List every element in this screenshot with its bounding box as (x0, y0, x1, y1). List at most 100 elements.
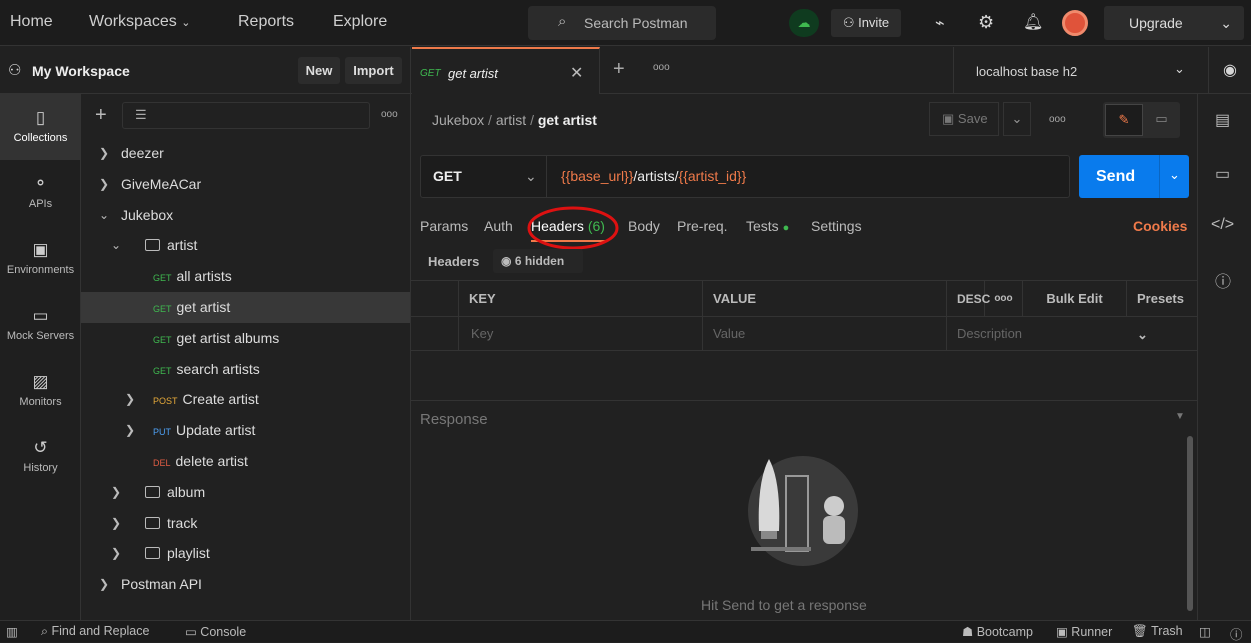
chevron-right-icon[interactable]: ❯ (99, 138, 109, 169)
help-icon[interactable]: ⓘ (1230, 624, 1243, 643)
scrollbar[interactable] (1187, 436, 1193, 611)
url-variable-base-url: {{base_url}} (561, 168, 634, 184)
sidebar-item-apis[interactable]: ⚬ APIs (0, 160, 81, 226)
save-options-chevron-icon[interactable]: ⌄ (1003, 102, 1031, 136)
value-input[interactable]: Value (703, 317, 947, 351)
url-input[interactable]: {{base_url}}/artists/{{artist_id}} (561, 168, 746, 184)
right-sidebar: ▤ ▭ </> ⓘ (1197, 94, 1251, 620)
chevron-right-icon[interactable]: ❯ (99, 569, 109, 600)
upgrade-button[interactable]: Upgrade ⌄ (1104, 6, 1244, 40)
request-item[interactable]: ❯ PUT Update artist (81, 415, 410, 446)
code-icon[interactable]: </> (1211, 216, 1234, 234)
chevron-right-icon[interactable]: ❯ (111, 477, 121, 508)
runner-button[interactable]: ▣ Runner (1056, 624, 1112, 639)
new-tab-icon[interactable]: + (613, 58, 625, 81)
chevron-right-icon[interactable]: ❯ (111, 538, 121, 569)
tab-prereq[interactable]: Pre-req. (677, 218, 728, 234)
chevron-right-icon[interactable]: ❯ (111, 508, 121, 539)
avatar[interactable] (1062, 10, 1088, 36)
tab-params[interactable]: Params (420, 218, 468, 234)
key-input[interactable]: Key (459, 317, 703, 351)
toggle-sidebar-icon[interactable]: ▥ (6, 624, 18, 639)
sidebar-item-environments[interactable]: ▣ Environments (0, 226, 81, 292)
comments-icon[interactable]: ▭ (1145, 104, 1178, 136)
chevron-down-icon[interactable]: ⌄ (1220, 6, 1232, 40)
sidebar-item-collections[interactable]: ▯ Collections (0, 94, 81, 160)
add-icon[interactable]: + (95, 104, 107, 127)
request-item[interactable]: DEL delete artist (81, 446, 410, 477)
folder-item[interactable]: ❯ track (81, 508, 410, 539)
send-button[interactable]: Send ⌄ (1079, 155, 1189, 198)
folder-item[interactable]: ⌄ artist (81, 230, 410, 261)
eye-icon[interactable]: ◉ (1223, 60, 1237, 80)
search-input[interactable]: ⌕ Search Postman (528, 6, 716, 40)
collection-item[interactable]: ⌄ Jukebox (81, 200, 410, 231)
request-item[interactable]: GET get artist (81, 292, 410, 323)
sidebar-item-monitors[interactable]: ▨ Monitors (0, 358, 81, 424)
sidebar-item-mock-servers[interactable]: ▭ Mock Servers (0, 292, 81, 358)
breadcrumb-collection[interactable]: Jukebox (432, 112, 484, 128)
method-select[interactable]: GET ⌄ (421, 156, 547, 197)
comments-icon[interactable]: ▭ (1215, 164, 1230, 184)
find-replace-button[interactable]: ⌕ Find and Replace (41, 624, 149, 639)
tab-tests[interactable]: Tests ● (746, 218, 789, 234)
documentation-icon[interactable]: ▤ (1215, 110, 1230, 130)
request-item[interactable]: GET all artists (81, 261, 410, 292)
more-icon[interactable]: ooo (653, 62, 670, 73)
nav-home[interactable]: Home (10, 13, 53, 31)
bootcamp-button[interactable]: ☗ Bootcamp (962, 624, 1033, 639)
more-icon[interactable]: ooo (381, 109, 398, 120)
chevron-right-icon[interactable]: ❯ (125, 384, 135, 415)
tab-auth[interactable]: Auth (484, 218, 513, 234)
folder-item[interactable]: ❯ playlist (81, 538, 410, 569)
row-checkbox[interactable] (411, 317, 459, 351)
trash-button[interactable]: 🗑︎ Trash (1132, 624, 1183, 639)
breadcrumb-request[interactable]: get artist (538, 112, 597, 128)
request-item[interactable]: ❯ POST Create artist (81, 384, 410, 415)
more-icon[interactable]: ooo (1049, 114, 1066, 125)
bell-icon[interactable]: 🔔︎ (1023, 12, 1043, 32)
two-pane-icon[interactable]: ◫ (1199, 624, 1211, 639)
gear-icon[interactable]: ⚙ (978, 12, 994, 33)
workspace-name[interactable]: My Workspace (32, 63, 130, 79)
description-input[interactable]: Description (947, 317, 1197, 351)
collection-item[interactable]: ❯ GiveMeACar (81, 169, 410, 200)
info-icon[interactable]: ⓘ (1215, 268, 1231, 292)
new-button[interactable]: New (298, 57, 340, 84)
bulk-edit-button[interactable]: Bulk Edit (1023, 281, 1127, 317)
edit-pencil-icon[interactable]: ✎ (1105, 104, 1143, 136)
send-label: Send (1096, 168, 1136, 185)
console-button[interactable]: ▭ Console (185, 624, 246, 639)
chevron-down-icon[interactable]: ⌄ (99, 200, 109, 231)
more-icon[interactable]: ooo (985, 281, 1023, 317)
collapse-triangle-icon[interactable]: ▼ (1175, 411, 1185, 422)
nav-explore[interactable]: Explore (333, 13, 387, 31)
hidden-headers-toggle[interactable]: ◉ 6 hidden (493, 249, 583, 273)
presets-dropdown[interactable]: Presets ⌄ (1127, 281, 1197, 342)
import-button[interactable]: Import (345, 57, 402, 84)
satellite-icon[interactable]: ⌁ (935, 13, 945, 33)
chevron-down-icon[interactable]: ⌄ (111, 230, 121, 261)
breadcrumb-folder[interactable]: artist (496, 112, 526, 128)
cookies-link[interactable]: Cookies (1133, 218, 1187, 234)
nav-reports[interactable]: Reports (238, 13, 294, 31)
invite-button[interactable]: ⚇ Invite (831, 9, 901, 37)
nav-workspaces[interactable]: Workspaces ⌄ (89, 13, 190, 31)
request-item[interactable]: GET search artists (81, 354, 410, 385)
save-button[interactable]: ▣ Save (929, 102, 999, 136)
filter-input[interactable]: ☰ (122, 102, 370, 129)
chevron-down-icon[interactable]: ⌄ (1159, 155, 1189, 198)
collection-item[interactable]: ❯ deezer (81, 138, 410, 169)
collection-item[interactable]: ❯ Postman API (81, 569, 410, 600)
tab-body[interactable]: Body (628, 218, 660, 234)
folder-item[interactable]: ❯ album (81, 477, 410, 508)
chevron-right-icon[interactable]: ❯ (125, 415, 135, 446)
close-icon[interactable]: ✕ (570, 63, 583, 83)
sidebar-item-history[interactable]: ↺ History (0, 424, 81, 490)
tab-get-artist[interactable]: GET get artist ✕ (412, 47, 600, 94)
chevron-right-icon[interactable]: ❯ (99, 169, 109, 200)
tab-settings[interactable]: Settings (811, 218, 862, 234)
request-item[interactable]: GET get artist albums (81, 323, 410, 354)
sync-cloud-icon[interactable]: ☁ (789, 9, 819, 37)
environment-select[interactable]: localhost base h2 ⌄ (953, 47, 1209, 94)
